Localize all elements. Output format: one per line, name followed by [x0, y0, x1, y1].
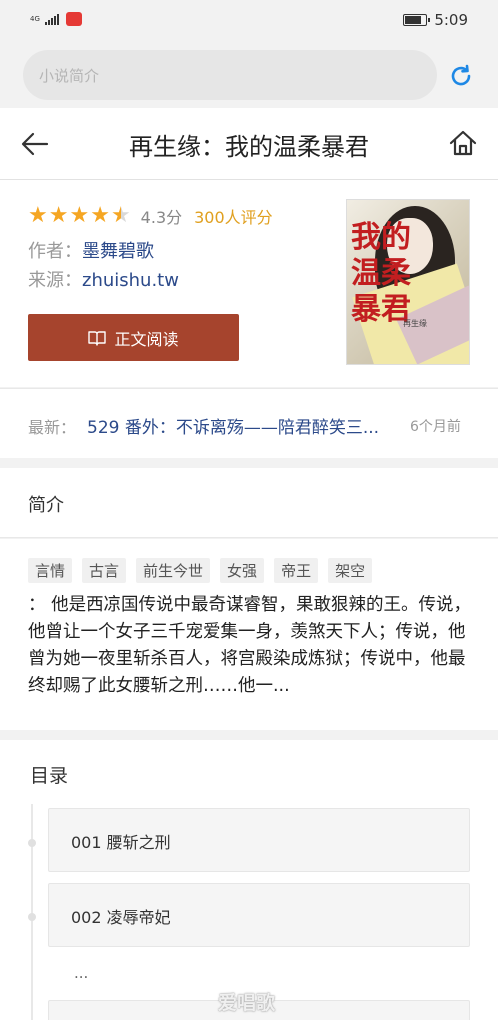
star-icon: ★ [110, 203, 131, 228]
cover-author: 再生缘 [403, 319, 427, 328]
rating-score: 4.3分 [140, 208, 183, 227]
refresh-icon[interactable] [447, 62, 475, 90]
toc-item[interactable]: 001 腰斩之刑 [48, 808, 470, 872]
search-input[interactable]: 小说简介 [23, 50, 437, 100]
status-left: 4G [30, 12, 82, 26]
star-icon: ★ [69, 203, 90, 228]
source-row: 来源：zhuishu.tw [28, 266, 179, 292]
star-icon: ★ [48, 203, 69, 228]
clock: 5:09 [434, 11, 468, 29]
cover-title: 我的温柔暴君 [351, 220, 411, 327]
tag-list: 言情 古言 前生今世 女强 帝王 架空 [28, 558, 373, 583]
intro-title: 简介 [28, 495, 64, 516]
latest-chapter-row[interactable]: 最新： 529 番外：不诉离殇——陪君醉笑三... 6个月前 [0, 388, 498, 458]
tag[interactable]: 前生今世 [136, 558, 211, 583]
rating-stars: ★ ★ ★ ★ ★ [28, 205, 131, 227]
star-icon: ★ [90, 203, 110, 228]
rating-count[interactable]: 300人评分 [194, 204, 273, 228]
open-book-icon [88, 330, 107, 346]
intro-body: 言情 古言 前生今世 女强 帝王 架空 ： 他是西凉国传说中最奇谋睿智，果敢狠辣… [0, 539, 498, 730]
tag[interactable]: 言情 [28, 558, 73, 583]
read-button[interactable]: 正文阅读 [28, 314, 239, 361]
status-right: 5:09 [403, 11, 468, 29]
watermark: 爱唱歌 [218, 992, 276, 1014]
intro-header: 简介 [0, 468, 498, 538]
news-app-icon [66, 12, 82, 26]
author-link[interactable]: 墨舞碧歌 [82, 241, 154, 262]
page-header: 再生缘：我的温柔暴君 [0, 108, 498, 180]
star-icon: ★ [28, 203, 48, 228]
tag[interactable]: 帝王 [274, 558, 319, 583]
toc-item-label: 001 腰斩之刑 [71, 833, 171, 852]
tag[interactable]: 古言 [82, 558, 127, 583]
source-label: 来源： [28, 270, 82, 291]
book-cover[interactable]: 我的温柔暴君 再生缘 [346, 199, 470, 365]
toc-item[interactable]: 002 凌辱帝妃 [48, 883, 470, 947]
home-icon[interactable] [448, 128, 478, 158]
status-bar: 4G 5:09 [0, 0, 498, 42]
screen: 4G 5:09 小说简介 再生缘：我的温柔暴君 ★ ★ ★ ★ ★ 4.3分 3… [0, 0, 498, 1020]
latest-time: 6个月前 [410, 419, 461, 435]
source-link[interactable]: zhuishu.tw [82, 270, 179, 291]
toc-timeline [31, 804, 33, 1020]
author-row: 作者：墨舞碧歌 [28, 237, 154, 263]
toc-dot [28, 913, 36, 921]
read-button-label: 正文阅读 [114, 329, 179, 349]
tag[interactable]: 架空 [328, 558, 373, 583]
author-label: 作者： [28, 241, 82, 262]
table-of-contents: 目录 001 腰斩之刑 002 凌辱帝妃 ... [0, 740, 498, 1020]
search-placeholder: 小说简介 [39, 67, 100, 85]
search-bar: 小说简介 [0, 42, 498, 108]
toc-item-label: 002 凌辱帝妃 [71, 908, 171, 927]
intro-text[interactable]: ： 他是西凉国传说中最奇谋睿智，果敢狠辣的王。传说，他曾让一个女子三千宠爱集一身… [28, 592, 476, 700]
network-label: 4G [30, 14, 40, 23]
latest-chapter-link[interactable]: 529 番外：不诉离殇——陪君醉笑三... [87, 413, 397, 438]
book-info: ★ ★ ★ ★ ★ 4.3分 300人评分 作者：墨舞碧歌 来源：zhuishu.tw … [0, 180, 498, 387]
page-title: 再生缘：我的温柔暴君 [129, 133, 369, 161]
tag[interactable]: 女强 [220, 558, 265, 583]
signal-icon [45, 13, 59, 25]
toc-dot [28, 839, 36, 847]
back-arrow-icon[interactable] [20, 130, 50, 158]
battery-fill [405, 16, 422, 24]
battery-icon [403, 14, 431, 26]
rating-row: ★ ★ ★ ★ ★ 4.3分 300人评分 [28, 204, 273, 228]
latest-label: 最新： [28, 418, 77, 437]
toc-title: 目录 [30, 765, 69, 787]
toc-more[interactable]: ... [74, 964, 88, 982]
